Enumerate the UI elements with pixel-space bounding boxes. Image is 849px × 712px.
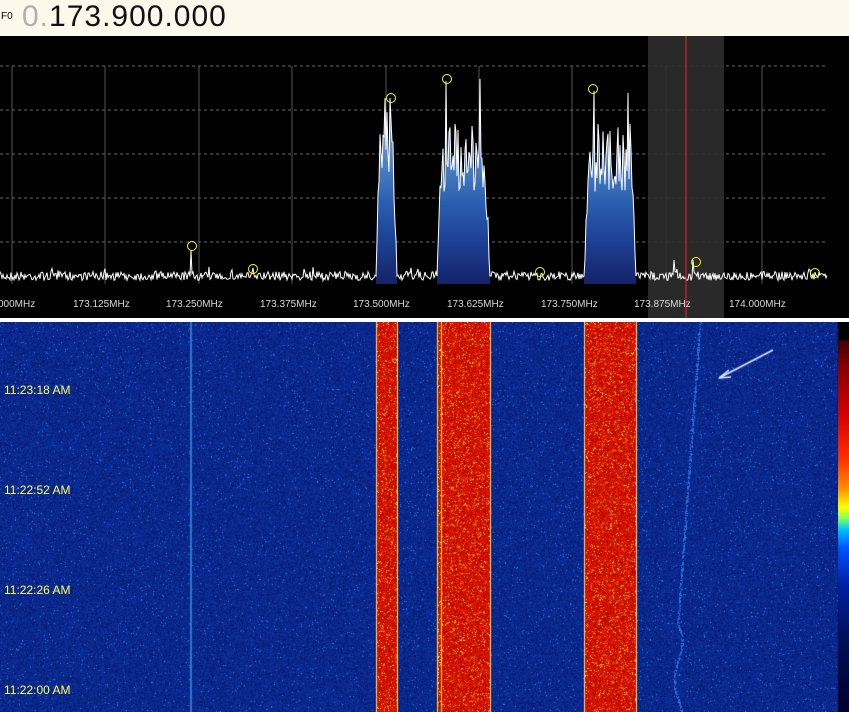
peak-marker <box>588 84 598 94</box>
waterfall-timestamp: 11:22:00 AM <box>4 683 71 697</box>
waterfall-display[interactable] <box>0 322 849 712</box>
waterfall-timestamp: 11:22:26 AM <box>4 583 71 597</box>
frequency-axis-label: 173.375MHz <box>260 299 317 310</box>
frequency-axis: 000MHz 173.125MHz 173.250MHz 173.375MHz 173.… <box>0 299 786 310</box>
frequency-prefix[interactable]: 0. <box>22 0 49 33</box>
waterfall-timestamp: 11:22:52 AM <box>4 483 71 497</box>
frequency-display[interactable]: 0.173.900.000 <box>22 0 227 35</box>
peak-markers <box>187 74 820 278</box>
frequency-axis-label: 173.500MHz <box>353 299 410 310</box>
peak-marker <box>535 267 545 277</box>
frequency-digits[interactable]: 173.900.000 <box>49 0 227 33</box>
frequency-axis-label: 173.875MHz <box>634 299 691 310</box>
frequency-axis-label: 174.000MHz <box>729 299 786 310</box>
vfo-label: F0 <box>1 11 13 22</box>
spectrum-analyzer[interactable]: 000MHz 173.125MHz 173.250MHz 173.375MHz 173.… <box>0 36 849 318</box>
frequency-axis-label: 000MHz <box>0 299 35 310</box>
frequency-axis-label: 173.125MHz <box>73 299 130 310</box>
peak-marker <box>386 93 396 103</box>
frequency-axis-label: 173.625MHz <box>447 299 504 310</box>
vfo-frequency-bar: F0 0.173.900.000 <box>0 0 849 36</box>
peak-marker <box>442 74 452 84</box>
waterfall-timestamp: 11:23:18 AM <box>4 383 71 397</box>
frequency-axis-label: 173.750MHz <box>541 299 598 310</box>
frequency-axis-label: 173.250MHz <box>166 299 223 310</box>
waterfall-color-scale <box>838 340 849 712</box>
peak-marker <box>187 241 197 251</box>
